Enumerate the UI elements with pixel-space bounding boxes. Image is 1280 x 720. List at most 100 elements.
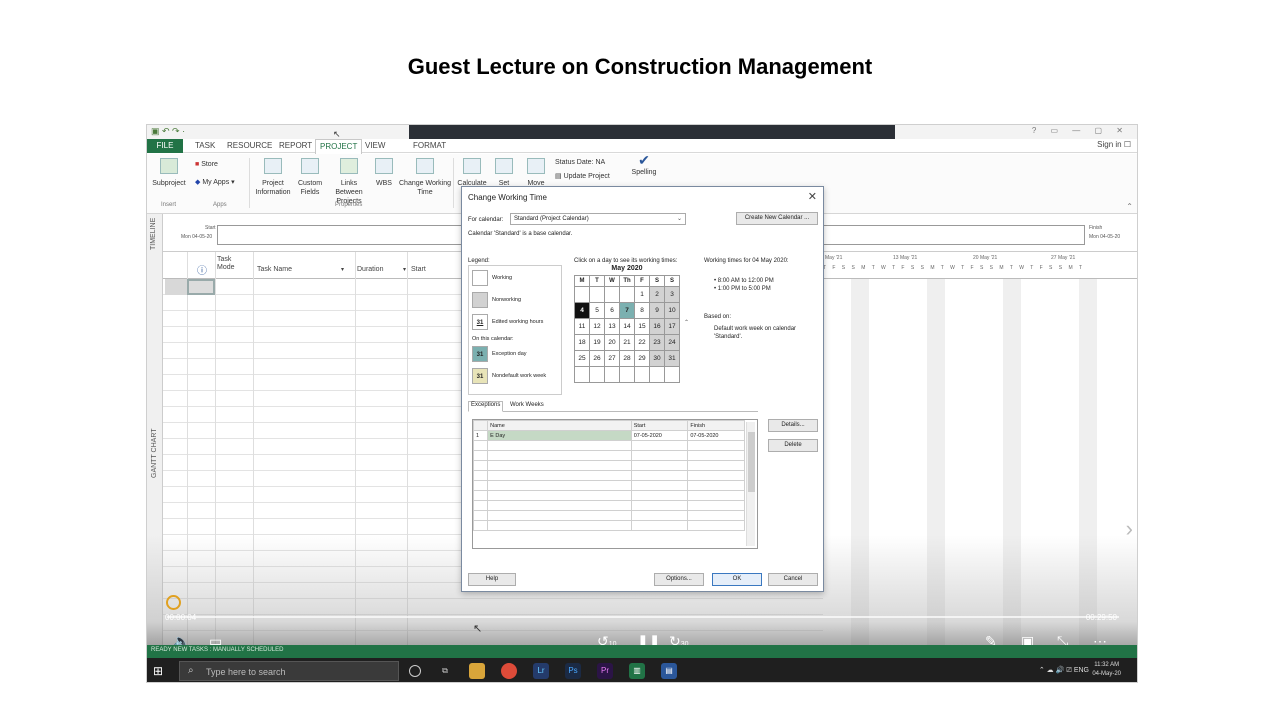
calendar-day[interactable] — [604, 286, 620, 303]
spelling-button[interactable]: ✔ Spelling — [629, 153, 659, 177]
scrollbar-thumb[interactable] — [748, 432, 755, 492]
subproject-button[interactable]: Subproject — [149, 158, 189, 188]
chrome-icon[interactable] — [501, 663, 517, 679]
calendar-day[interactable]: 18 — [574, 334, 590, 351]
options-button[interactable]: Options... — [654, 573, 704, 586]
calendar-day[interactable]: 2 — [649, 286, 665, 303]
delete-button[interactable]: Delete — [768, 439, 818, 452]
calendar-day[interactable] — [604, 366, 620, 383]
tab-view[interactable]: VIEW — [365, 141, 385, 150]
calendar-day[interactable]: 10 — [664, 302, 680, 319]
status-date-button[interactable]: Status Date: NA — [555, 158, 605, 167]
exception-start[interactable]: 07-05-2020 — [630, 430, 689, 441]
table-row[interactable] — [473, 450, 745, 461]
system-tray[interactable]: ⌃ ☁ 🔊 ⎚ ENG — [1039, 666, 1089, 675]
calendar-day[interactable] — [574, 366, 590, 383]
set-baseline-button[interactable]: Set — [491, 158, 517, 188]
exception-finish[interactable]: 07-05-2020 — [687, 430, 745, 441]
calendar-day[interactable]: 8 — [634, 302, 650, 319]
create-new-calendar-button[interactable]: Create New Calendar ... — [736, 212, 818, 225]
calendar-day[interactable] — [574, 286, 590, 303]
calendar-day[interactable]: 9 — [649, 302, 665, 319]
tab-exceptions[interactable]: Exceptions — [468, 401, 504, 412]
calendar-day[interactable]: 25 — [574, 350, 590, 367]
calendar-day-exception[interactable]: 7 — [619, 302, 635, 319]
calendar-day[interactable]: 6 — [604, 302, 620, 319]
table-row[interactable] — [473, 480, 745, 491]
start-button-icon[interactable]: ⊞ — [153, 664, 163, 678]
details-button[interactable]: Details... — [768, 419, 818, 432]
tab-project[interactable]: PROJECT — [315, 139, 363, 154]
task-view-icon[interactable]: ⧉ — [437, 663, 453, 679]
calendar-day[interactable]: 17 — [664, 318, 680, 335]
tab-task[interactable]: TASK — [195, 141, 215, 150]
sign-in-link[interactable]: Sign in ☐ — [1097, 140, 1131, 149]
calendar-day[interactable]: 11 — [574, 318, 590, 335]
calendar-day[interactable]: 1 — [634, 286, 650, 303]
move-project-button[interactable]: Move — [521, 158, 551, 188]
seek-knob[interactable] — [166, 595, 181, 610]
sort-icon[interactable]: ▾ — [341, 266, 344, 273]
column-duration[interactable]: Duration — [357, 266, 383, 273]
quick-access-toolbar[interactable]: ▣ ↶ ↷ · — [151, 126, 185, 137]
table-row[interactable] — [473, 510, 745, 521]
cortana-icon[interactable] — [409, 665, 421, 677]
tab-format[interactable]: FORMAT — [413, 141, 446, 150]
word-app-icon[interactable]: ▤ — [661, 663, 677, 679]
calendar-day[interactable]: 28 — [619, 350, 635, 367]
tab-resource[interactable]: RESOURCE — [227, 141, 272, 150]
project-app-icon[interactable]: ▥ — [629, 663, 645, 679]
calendar-day[interactable]: 29 — [634, 350, 650, 367]
links-between-projects-button[interactable]: Links Between Projects — [327, 158, 371, 206]
row-header-cell[interactable] — [165, 279, 187, 295]
calendar-day[interactable]: 20 — [604, 334, 620, 351]
ok-button[interactable]: OK — [712, 573, 762, 586]
window-controls[interactable]: ? ▭ — ▢ ✕ — [1032, 126, 1129, 135]
table-row[interactable] — [473, 500, 745, 511]
calendar-day[interactable]: 21 — [619, 334, 635, 351]
calendar-day[interactable] — [589, 366, 605, 383]
calendar-day[interactable]: 24 — [664, 334, 680, 351]
calendar-day[interactable]: 23 — [649, 334, 665, 351]
store-button[interactable]: ■ Store — [195, 160, 218, 169]
calendar-day-selected[interactable]: 4 — [574, 302, 590, 319]
taskbar-search-box[interactable]: ⌕ Type here to search — [179, 661, 399, 681]
custom-fields-button[interactable]: Custom Fields — [295, 158, 325, 197]
calendar-day[interactable]: 12 — [589, 318, 605, 335]
exceptions-table[interactable]: Name Start Finish 1 E Day 07-05-2020 07-… — [472, 419, 758, 549]
calendar-day[interactable]: 16 — [649, 318, 665, 335]
lightroom-icon[interactable]: Lr — [533, 663, 549, 679]
column-start[interactable]: Start — [411, 266, 426, 273]
seek-bar[interactable] — [167, 616, 1119, 618]
table-scrollbar[interactable] — [746, 422, 755, 546]
my-apps-button[interactable]: ◆ My Apps ▾ — [195, 178, 235, 187]
calendar-day[interactable]: 14 — [619, 318, 635, 335]
column-task-mode[interactable]: Task Mode — [217, 256, 239, 272]
calendar-day[interactable]: 19 — [589, 334, 605, 351]
collapse-ribbon-icon[interactable]: ⌃ — [1126, 202, 1133, 211]
update-project-button[interactable]: ▤ Update Project — [555, 172, 610, 181]
photoshop-icon[interactable]: Ps — [565, 663, 581, 679]
table-row[interactable] — [473, 460, 745, 471]
calendar-day[interactable] — [634, 366, 650, 383]
project-information-button[interactable]: Project Information — [253, 158, 293, 197]
change-working-time-button[interactable]: Change Working Time — [399, 158, 451, 197]
premiere-icon[interactable]: Pr — [597, 663, 613, 679]
calendar-day[interactable]: 30 — [649, 350, 665, 367]
sort-icon[interactable]: ▾ — [403, 266, 406, 273]
calendar-day[interactable] — [649, 366, 665, 383]
calendar-select[interactable]: Standard (Project Calendar) ⌄ — [510, 213, 686, 225]
calendar-day[interactable]: 5 — [589, 302, 605, 319]
exception-name[interactable]: E Day — [487, 430, 632, 441]
tab-report[interactable]: REPORT — [279, 141, 312, 150]
table-row[interactable] — [473, 470, 745, 481]
video-frame[interactable]: ▣ ↶ ↷ · ? ▭ — ▢ ✕ FILE TASK RESOURCE REP… — [146, 124, 1138, 683]
dialog-close-icon[interactable]: ✕ — [808, 190, 817, 203]
selected-cell[interactable] — [187, 279, 215, 295]
calendar-day[interactable] — [619, 366, 635, 383]
calendar-day[interactable]: 13 — [604, 318, 620, 335]
calendar-day[interactable]: 31 — [664, 350, 680, 367]
table-row[interactable] — [473, 520, 745, 531]
tab-work-weeks[interactable]: Work Weeks — [508, 402, 546, 408]
tab-file[interactable]: FILE — [147, 139, 183, 153]
